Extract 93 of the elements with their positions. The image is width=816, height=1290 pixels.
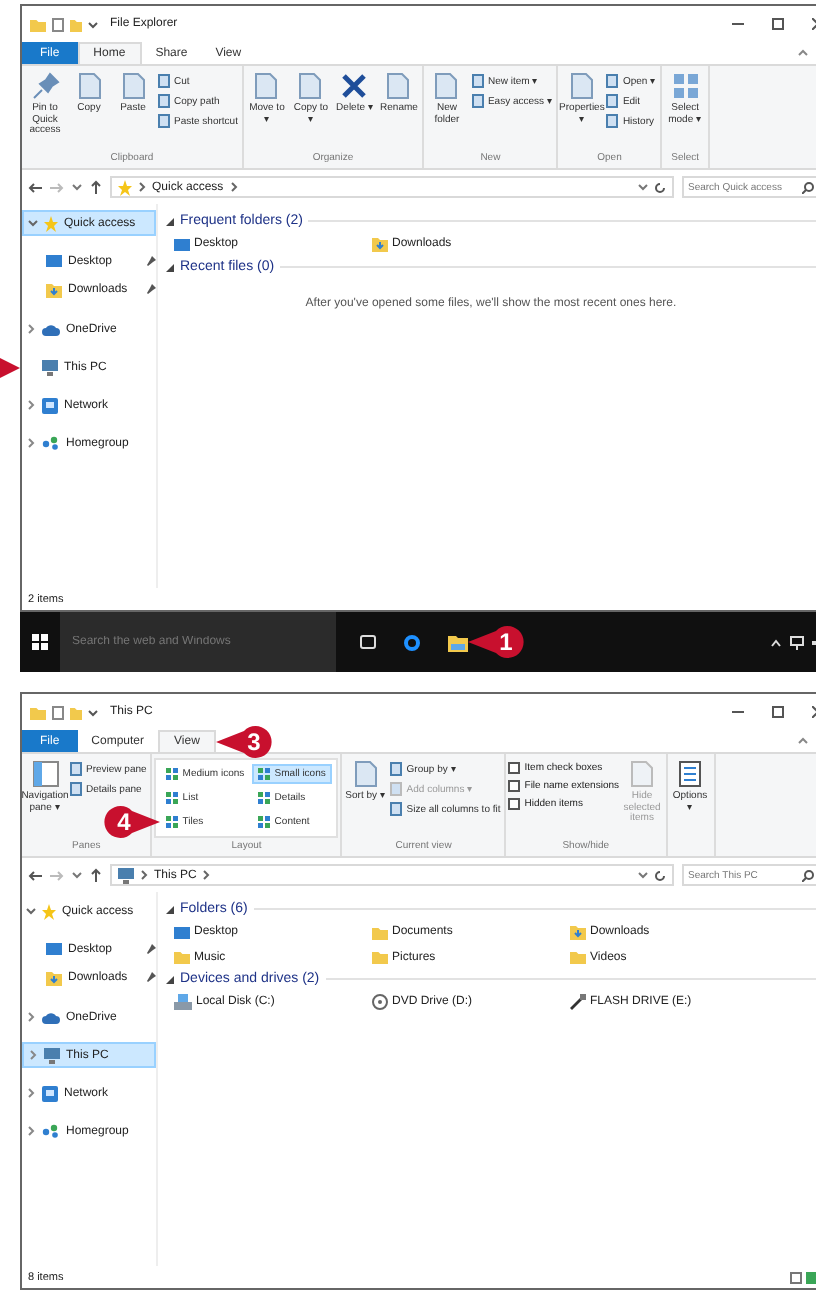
desktop-icon [46, 254, 62, 268]
forward-icon [50, 869, 64, 881]
computer-icon [42, 359, 58, 375]
collapse-icon[interactable] [166, 217, 174, 225]
callout-marker: 4 [104, 804, 161, 840]
windows-logo-icon [32, 634, 48, 650]
chevron-right-icon [140, 870, 148, 880]
chevron-right-icon [202, 870, 211, 880]
document-icon [254, 72, 279, 100]
refresh-icon [654, 869, 666, 881]
task-view-icon [360, 634, 376, 650]
disc-icon [372, 994, 388, 1010]
document-icon [77, 72, 101, 100]
collapse-icon[interactable] [166, 975, 174, 983]
download-folder-icon [372, 236, 388, 252]
view-icon [166, 792, 179, 804]
network-icon [42, 397, 58, 413]
icons-view-icon [806, 1271, 816, 1283]
folder-icon [174, 950, 190, 964]
maximize-icon [772, 706, 784, 718]
document-icon [569, 72, 594, 100]
refresh-icon [654, 181, 666, 193]
pane-icon [31, 760, 59, 788]
dropdown-icon [72, 870, 82, 880]
folder-icon [448, 633, 468, 651]
document-icon [353, 760, 378, 788]
forward-icon [50, 181, 64, 193]
collapse-icon[interactable] [166, 263, 174, 271]
chevron-up-icon [798, 736, 808, 746]
checkbox[interactable] [508, 762, 521, 774]
minimize-icon [732, 18, 744, 30]
pin-icon [31, 72, 59, 100]
callout-marker: 3 [215, 723, 272, 759]
dropdown-icon [638, 182, 648, 192]
star-icon [118, 179, 132, 195]
network-icon [790, 635, 804, 649]
download-folder-icon [46, 281, 62, 297]
chevron-up-icon [798, 48, 808, 58]
checkbox[interactable] [508, 780, 521, 792]
checkbox[interactable] [508, 798, 521, 810]
up-icon [90, 868, 102, 882]
dropdown-icon [88, 707, 98, 717]
network-icon [42, 1085, 58, 1101]
back-icon [28, 869, 42, 881]
homegroup-icon [42, 436, 60, 450]
desktop-icon [174, 237, 190, 251]
maximize-icon [772, 18, 784, 30]
dropdown-icon [88, 19, 98, 29]
drive-icon [174, 994, 192, 1010]
download-folder-icon [46, 969, 62, 985]
view-icon [258, 768, 271, 780]
back-icon [28, 181, 42, 193]
chevron-up-icon [770, 637, 782, 647]
view-icon [258, 816, 271, 828]
chevron-right-icon [138, 182, 146, 192]
dropdown-icon [638, 870, 648, 880]
callout-marker: 1 [468, 624, 524, 660]
folder-icon [570, 950, 586, 964]
document-icon [386, 72, 411, 100]
new-folder-icon [70, 17, 82, 31]
chevron-right-icon [229, 182, 238, 192]
new-folder-icon [70, 705, 82, 719]
star-icon [42, 903, 56, 919]
up-icon [90, 180, 102, 194]
document-icon [630, 760, 655, 788]
options-icon [676, 760, 705, 788]
desktop-icon [46, 942, 62, 956]
star-icon [44, 215, 58, 231]
search-icon [802, 869, 814, 881]
collapse-icon[interactable] [166, 905, 174, 913]
desktop-icon [174, 925, 190, 939]
folder-icon [30, 705, 46, 719]
cloud-icon [42, 323, 60, 335]
minimize-icon [732, 706, 744, 718]
view-icon [166, 816, 179, 828]
delete-icon [340, 72, 369, 100]
folder-icon [30, 17, 46, 31]
search-icon [802, 181, 814, 193]
computer-icon [44, 1047, 60, 1063]
download-folder-icon [570, 924, 586, 940]
homegroup-icon [42, 1124, 60, 1138]
dropdown-icon [72, 182, 82, 192]
document-icon [434, 72, 459, 100]
document-icon [298, 72, 323, 100]
browser-icon [404, 633, 420, 651]
details-view-icon [790, 1271, 802, 1283]
grid-icon [671, 72, 700, 100]
view-icon [166, 768, 179, 780]
view-icon [258, 792, 271, 804]
cloud-icon [42, 1011, 60, 1023]
computer-icon [118, 867, 134, 883]
usb-drive-icon [570, 994, 586, 1010]
document-icon [121, 72, 145, 100]
